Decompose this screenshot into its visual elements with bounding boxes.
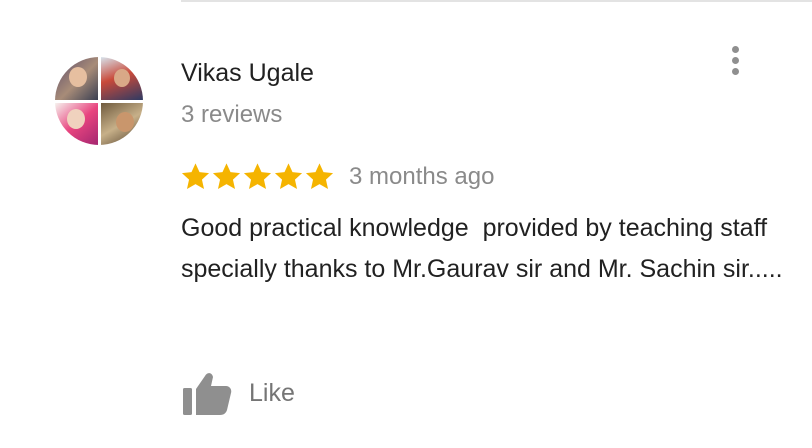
rating-row: 3 months ago bbox=[180, 156, 494, 196]
avatar-photo-tile bbox=[55, 57, 98, 100]
star-rating bbox=[180, 161, 335, 192]
star-icon bbox=[273, 161, 304, 192]
star-icon bbox=[304, 161, 335, 192]
review-count: 3 reviews bbox=[181, 101, 283, 128]
like-button[interactable]: Like bbox=[181, 368, 295, 418]
more-vert-icon bbox=[731, 45, 739, 53]
star-icon bbox=[180, 161, 211, 192]
reviewer-avatar[interactable] bbox=[55, 57, 143, 145]
top-divider bbox=[181, 0, 812, 2]
thumbs-up-icon bbox=[181, 368, 233, 418]
like-label: Like bbox=[249, 378, 295, 407]
more-options-button[interactable] bbox=[722, 40, 748, 80]
star-icon bbox=[211, 161, 242, 192]
reviewer-name[interactable]: Vikas Ugale bbox=[181, 59, 314, 88]
review-date: 3 months ago bbox=[349, 163, 495, 190]
avatar-photo-tile bbox=[100, 57, 143, 100]
star-icon bbox=[242, 161, 273, 192]
review-text: Good practical knowledge provided by tea… bbox=[181, 214, 783, 283]
avatar-photo-tile bbox=[100, 102, 143, 145]
avatar-photo-tile bbox=[55, 102, 98, 145]
